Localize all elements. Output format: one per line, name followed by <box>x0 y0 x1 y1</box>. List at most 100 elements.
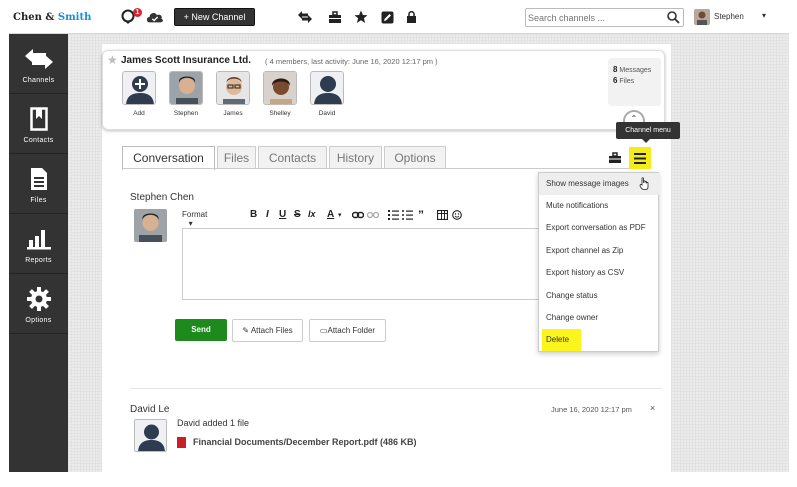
file-icon <box>23 166 54 192</box>
brand-logo[interactable]: Chen & Smith <box>13 12 91 23</box>
composer-avatar <box>134 209 167 242</box>
brand-name-part1: Chen & <box>13 12 55 23</box>
member-avatar <box>263 71 297 105</box>
channel-title: James Scott Insurance Ltd. <box>121 55 252 66</box>
sidebar-item-label: Contacts <box>23 137 54 144</box>
user-caret-icon: ▾ <box>762 11 767 20</box>
channel-meta: ( 4 members, last activity: June 16, 202… <box>265 57 438 66</box>
message-avatar <box>134 419 167 452</box>
menu-item-export-channel-zip[interactable]: Export channel as Zip <box>539 240 660 262</box>
member-james[interactable]: James <box>215 71 251 117</box>
member-avatar <box>310 71 344 105</box>
unlink-icon[interactable] <box>366 210 380 222</box>
paperclip-icon: ✎ <box>242 326 250 335</box>
user-menu[interactable]: Stephen ▾ <box>694 9 789 27</box>
hand-cursor-icon <box>639 177 650 195</box>
channel-menu-button[interactable] <box>629 147 651 169</box>
new-channel-button[interactable]: + New Channel <box>174 8 255 26</box>
sidebar-item-channels[interactable]: Channels <box>9 34 68 94</box>
messages-label: Messages <box>619 67 652 74</box>
channel-briefcase-icon[interactable] <box>606 149 624 167</box>
sidebar-item-reports[interactable]: Reports <box>9 214 68 274</box>
tab-options[interactable]: Options <box>384 146 446 168</box>
tab-conversation[interactable]: Conversation <box>122 146 215 170</box>
bold-button[interactable]: B <box>250 209 257 220</box>
sidebar-item-label: Reports <box>25 257 52 264</box>
message-editor[interactable] <box>182 228 550 300</box>
message-text: David added 1 file <box>177 418 250 428</box>
member-stephen[interactable]: Stephen <box>168 71 204 117</box>
member-name: Shelley <box>269 110 291 117</box>
tab-history[interactable]: History <box>329 146 382 168</box>
tab-contacts[interactable]: Contacts <box>258 146 327 168</box>
member-avatar <box>169 71 203 105</box>
attachment-name: Financial Documents/December Report.pdf … <box>193 437 417 447</box>
brand-name-part2: Smith <box>57 12 92 23</box>
favorite-star-icon[interactable]: ★ <box>107 53 118 67</box>
member-avatar <box>216 71 250 105</box>
format-caret-icon: ▾ <box>188 219 193 228</box>
bullet-list-icon[interactable] <box>402 210 413 222</box>
search-input[interactable] <box>528 10 663 25</box>
sidebar-item-contacts[interactable]: Contacts <box>9 94 68 154</box>
message-divider <box>130 388 662 389</box>
format-dropdown[interactable]: Format ▾ <box>182 210 207 228</box>
text-color-button[interactable]: A <box>327 209 334 220</box>
menu-item-export-conversation-pdf[interactable]: Export conversation as PDF <box>539 217 660 239</box>
user-avatar <box>694 9 710 25</box>
sidebar-item-files[interactable]: Files <box>9 154 68 214</box>
attach-files-button[interactable]: ✎ Attach Files <box>232 319 303 342</box>
sidebar-item-label: Channels <box>22 77 55 84</box>
sidebar-item-options[interactable]: Options <box>9 274 68 334</box>
menu-item-delete[interactable]: Delete <box>542 329 581 351</box>
notification-count-badge: 1 <box>133 8 142 17</box>
channel-header-card: ★ James Scott Insurance Ltd. ( 4 members… <box>102 50 665 130</box>
star-icon[interactable] <box>352 8 370 26</box>
channel-menu-dropdown: Show message images Mute notifications E… <box>538 172 660 352</box>
suitcase-icon[interactable] <box>326 8 344 26</box>
app-window: Chen & Smith 1 + New Channel Search chan… <box>9 0 789 472</box>
add-member-icon <box>122 71 156 105</box>
link-icon[interactable] <box>351 210 365 222</box>
attachment-link[interactable]: Financial Documents/December Report.pdf … <box>177 437 417 448</box>
menu-item-change-owner[interactable]: Change owner <box>539 307 660 329</box>
menu-item-export-history-csv[interactable]: Export history as CSV <box>539 262 660 284</box>
menu-item-change-status[interactable]: Change status <box>539 285 660 307</box>
delete-message-icon[interactable]: × <box>650 403 655 413</box>
member-name: David <box>318 110 336 117</box>
search-box <box>525 8 684 27</box>
swap-arrows-icon[interactable] <box>296 8 314 26</box>
menu-item-mute-notifications[interactable]: Mute notifications <box>539 195 660 217</box>
member-name: Add <box>133 110 145 117</box>
tab-underline <box>122 168 650 169</box>
sidebar: Channels Contacts Files Reports Options <box>9 34 68 472</box>
edit-icon[interactable] <box>378 8 396 26</box>
table-icon[interactable] <box>436 209 449 222</box>
member-david[interactable]: David <box>309 71 345 117</box>
blockquote-icon[interactable]: ” <box>418 208 424 222</box>
numbered-list-icon[interactable] <box>388 210 399 222</box>
files-count: 6 <box>613 76 618 85</box>
cloud-check-icon[interactable] <box>146 8 164 26</box>
underline-button[interactable]: U <box>279 209 286 220</box>
gear-icon <box>23 286 54 312</box>
messages-count: 8 <box>613 65 618 74</box>
attach-folder-button[interactable]: ▭Attach Folder <box>309 319 386 342</box>
user-name: Stephen <box>714 12 744 21</box>
composer-author: Stephen Chen <box>130 192 194 203</box>
search-icon[interactable] <box>667 11 680 29</box>
format-label: Format <box>182 210 208 219</box>
arrows-icon <box>23 46 54 72</box>
clear-format-button[interactable]: Ix <box>308 209 316 219</box>
tab-files[interactable]: Files <box>217 146 256 168</box>
message-author: David Le <box>130 404 170 415</box>
member-shelley[interactable]: Shelley <box>262 71 298 117</box>
strikethrough-button[interactable]: S <box>294 209 301 220</box>
italic-button[interactable]: I <box>266 209 269 220</box>
send-button[interactable]: Send <box>175 319 227 341</box>
add-member-button[interactable]: Add <box>121 71 157 117</box>
attach-files-label: Attach Files <box>250 326 293 335</box>
files-label: Files <box>619 78 635 85</box>
emoji-icon[interactable] <box>452 210 462 222</box>
lock-icon[interactable] <box>402 8 420 26</box>
